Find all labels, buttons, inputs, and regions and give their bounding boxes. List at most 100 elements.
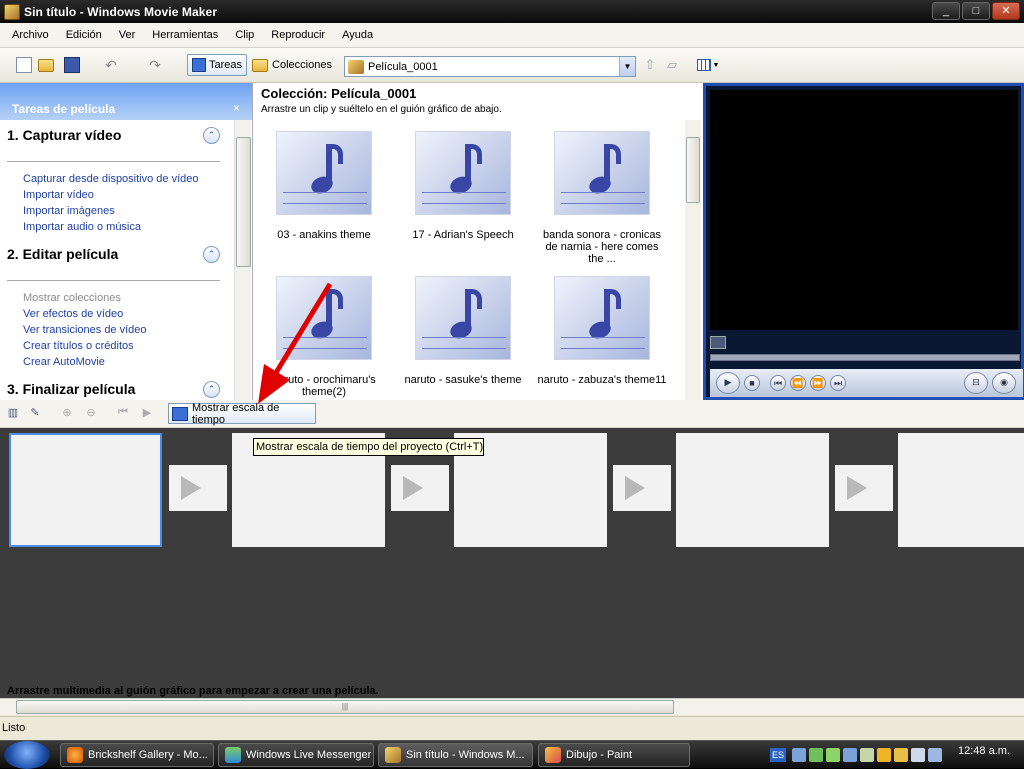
taskbar: Brickshelf Gallery - Mo... Windows Live … [0, 740, 1024, 769]
open-project-button[interactable] [38, 54, 58, 76]
menu-herramientas[interactable]: Herramientas [152, 29, 218, 41]
link-crear-automovie[interactable]: Crear AutoMovie [23, 356, 105, 368]
transition-slot[interactable] [835, 465, 893, 511]
colecciones-button[interactable]: Colecciones [252, 54, 332, 76]
taskbar-item-messenger[interactable]: Windows Live Messenger [218, 743, 374, 767]
link-importar-video[interactable]: Importar vídeo [23, 189, 94, 201]
scrollbar-thumb[interactable] [236, 137, 251, 267]
start-button[interactable] [4, 741, 50, 769]
tareas-button[interactable]: Tareas [187, 54, 247, 76]
maximize-button[interactable]: □ [962, 2, 990, 20]
taskbar-item-paint[interactable]: Dibujo - Paint [538, 743, 690, 767]
preview-screen [710, 90, 1018, 330]
rewind-storyboard-icon[interactable]: ⏮ [116, 406, 130, 420]
collection-title: Colección: Película_0001 [261, 86, 417, 101]
split-clip-button[interactable]: ⊟ [964, 372, 988, 394]
narrate-icon[interactable]: ▥ [6, 406, 20, 420]
close-task-pane-icon[interactable]: × [233, 101, 240, 115]
link-ver-transiciones[interactable]: Ver transiciones de vídeo [23, 324, 147, 336]
storyboard-slot[interactable] [676, 433, 829, 547]
play-button[interactable]: ▶ [716, 372, 740, 394]
storyboard-scrollbar[interactable]: ||| [0, 698, 1024, 715]
rewind-button[interactable]: ⏪ [790, 375, 806, 391]
collapse-section-3-icon[interactable]: ⌃ [203, 381, 220, 398]
users-icon[interactable] [843, 748, 857, 762]
taskbar-item-label: Brickshelf Gallery - Mo... [88, 749, 208, 761]
undo-button[interactable]: ↶ [96, 54, 126, 76]
section-divider [7, 280, 220, 281]
clip-item[interactable]: banda sonora - cronicas de narnia - here… [537, 131, 667, 265]
play-storyboard-icon[interactable]: ▶ [140, 406, 154, 420]
open-folder-icon [38, 58, 54, 72]
save-project-button[interactable] [62, 54, 82, 76]
next-frame-button[interactable]: ⏭ [830, 375, 846, 391]
playback-controls: ▶ ■ ⏮ ⏪ ⏩ ⏭ ⊟ ◉ [710, 369, 1023, 397]
preview-monitor: ▶ ■ ⏮ ⏪ ⏩ ⏭ ⊟ ◉ [703, 83, 1024, 400]
link-importar-imagenes[interactable]: Importar imágenes [23, 205, 115, 217]
clip-item[interactable]: 03 - anakins theme [259, 131, 389, 241]
save-icon [64, 57, 80, 73]
taskbar-item-moviemaker[interactable]: Sin título - Windows M... [378, 743, 533, 767]
warning-icon[interactable] [894, 748, 908, 762]
security-icon[interactable] [877, 748, 891, 762]
zoom-in-icon[interactable]: ⊕ [60, 406, 74, 420]
chevron-down-icon[interactable]: ▼ [619, 57, 635, 76]
language-indicator[interactable]: ES [770, 748, 786, 762]
section-editar-pelicula[interactable]: 2. Editar película [7, 246, 118, 262]
previous-frame-button[interactable]: ⏮ [770, 375, 786, 391]
new-project-button[interactable] [14, 54, 34, 76]
forward-button[interactable]: ⏩ [810, 375, 826, 391]
safely-remove-icon[interactable] [860, 748, 874, 762]
close-button[interactable]: ✕ [992, 2, 1020, 20]
storyboard-slot[interactable] [9, 433, 162, 547]
menu-edicion[interactable]: Edición [66, 29, 102, 41]
views-button[interactable]: ▼ [694, 54, 722, 76]
task-pane-scrollbar[interactable] [234, 120, 251, 400]
audio-levels-icon[interactable]: ✎ [28, 406, 42, 420]
messenger-tray-icon[interactable] [809, 748, 823, 762]
link-ver-efectos[interactable]: Ver efectos de vídeo [23, 308, 123, 320]
taskbar-item-brickshelf[interactable]: Brickshelf Gallery - Mo... [60, 743, 214, 767]
collection-dropdown[interactable]: Película_0001 ▼ [344, 56, 636, 77]
seek-bar[interactable] [710, 354, 1020, 361]
scrollbar-thumb[interactable] [686, 137, 700, 203]
collection-scrollbar[interactable] [685, 120, 701, 400]
stop-button[interactable]: ■ [744, 375, 760, 391]
take-picture-button[interactable]: ◉ [992, 372, 1016, 394]
menu-ver[interactable]: Ver [119, 29, 136, 41]
redo-button[interactable]: ↷ [140, 54, 170, 76]
section-finalizar-pelicula[interactable]: 3. Finalizar película [7, 381, 135, 397]
storyboard-slot[interactable] [898, 433, 1024, 547]
tray-icon[interactable] [792, 748, 806, 762]
clip-item[interactable]: 17 - Adrian's Speech [398, 131, 528, 241]
menu-archivo[interactable]: Archivo [12, 29, 49, 41]
clip-item[interactable]: naruto - zabuza's theme11 [537, 276, 667, 386]
colecciones-label: Colecciones [272, 59, 332, 71]
volume-icon[interactable] [911, 748, 925, 762]
clip-item[interactable]: naruto - sasuke's theme [398, 276, 528, 386]
section-capturar-video[interactable]: 1. Capturar vídeo [7, 127, 121, 143]
zoom-out-icon[interactable]: ⊖ [84, 406, 98, 420]
new-collection-button[interactable]: ▱ [662, 54, 682, 76]
menu-reproducir[interactable]: Reproducir [271, 29, 325, 41]
link-crear-titulos[interactable]: Crear títulos o créditos [23, 340, 134, 352]
redo-icon: ↷ [149, 56, 161, 73]
transition-slot[interactable] [391, 465, 449, 511]
up-button[interactable]: ⇧ [640, 54, 660, 76]
collapse-section-1-icon[interactable]: ⌃ [203, 127, 220, 144]
fullscreen-icon[interactable] [710, 336, 726, 349]
minimize-button[interactable]: _ [932, 2, 960, 20]
link-importar-audio[interactable]: Importar audio o música [23, 221, 141, 233]
clock: 12:48 a.m. [958, 745, 1010, 757]
link-capturar-desde-dispositivo[interactable]: Capturar desde dispositivo de vídeo [23, 173, 199, 185]
network-icon[interactable] [826, 748, 840, 762]
menu-clip[interactable]: Clip [235, 29, 254, 41]
collapse-section-2-icon[interactable]: ⌃ [203, 246, 220, 263]
tray-icon[interactable] [928, 748, 942, 762]
new-file-icon [16, 57, 32, 73]
scrollbar-thumb[interactable]: ||| [16, 700, 674, 714]
menu-ayuda[interactable]: Ayuda [342, 29, 373, 41]
transition-slot[interactable] [613, 465, 671, 511]
messenger-icon [225, 747, 241, 763]
transition-slot[interactable] [169, 465, 227, 511]
